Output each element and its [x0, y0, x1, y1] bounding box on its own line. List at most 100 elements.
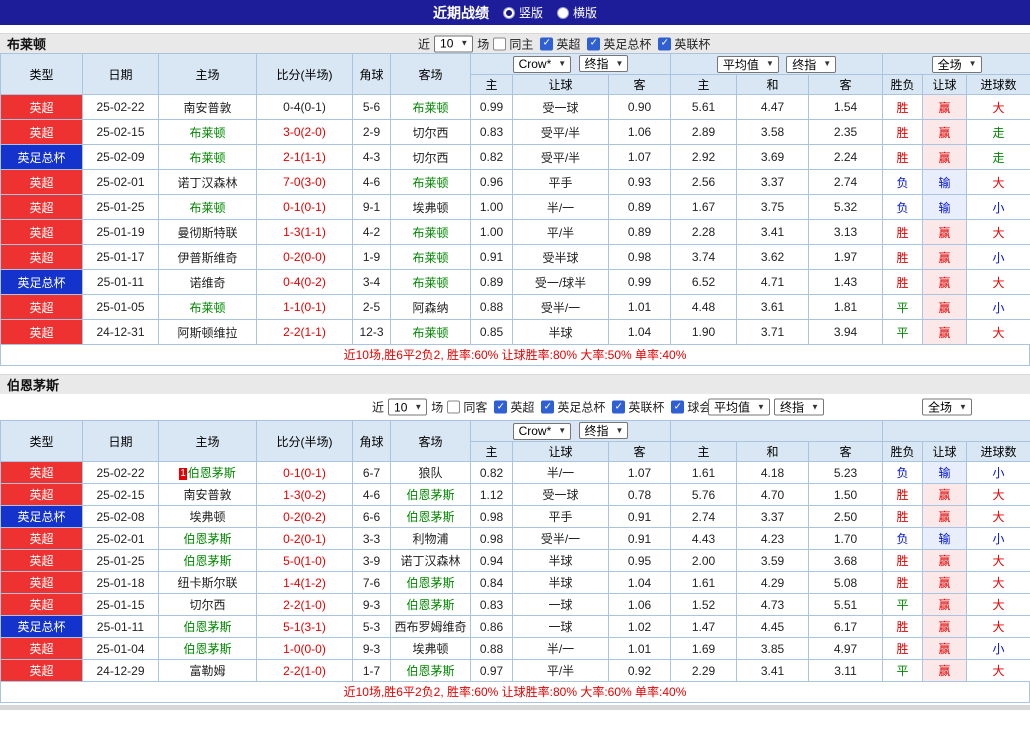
away-team-cell[interactable]: 狼队	[390, 461, 471, 484]
goals-cell: 小	[966, 194, 1030, 220]
home-team-cell[interactable]: 诺维奇	[158, 269, 257, 295]
score-cell[interactable]: 0-1(0-1)	[256, 461, 353, 484]
home-team-cell[interactable]: 伯恩茅斯	[158, 549, 257, 572]
away-team-cell[interactable]: 布莱顿	[390, 244, 471, 270]
same-venue-checkbox[interactable]: 同主	[493, 35, 533, 52]
home-team-name: 伯恩茅斯	[183, 532, 232, 546]
away-team-cell[interactable]: 阿森纳	[390, 294, 471, 320]
average-stage-select[interactable]: 终指 ▼	[786, 55, 837, 73]
away-team-cell[interactable]: 埃弗顿	[390, 637, 471, 660]
home-team-cell[interactable]: 南安普敦	[158, 94, 257, 120]
away-team-cell[interactable]: 利物浦	[390, 527, 471, 550]
score-cell[interactable]: 1-0(0-0)	[256, 637, 353, 660]
away-team-cell[interactable]: 切尔西	[390, 119, 471, 145]
away-team-cell[interactable]: 埃弗顿	[390, 194, 471, 220]
bookmaker-select[interactable]: Crow* ▼	[512, 422, 572, 440]
corner-cell: 2-9	[352, 119, 391, 145]
away-team-cell[interactable]: 布莱顿	[390, 169, 471, 195]
home-team-cell[interactable]: 伊普斯维奇	[158, 244, 257, 270]
away-team-cell[interactable]: 伯恩茅斯	[390, 659, 471, 682]
away-team-cell[interactable]: 伯恩茅斯	[390, 593, 471, 616]
col-header-result: 胜负	[882, 74, 924, 95]
home-team-cell[interactable]: 布莱顿	[158, 194, 257, 220]
home-team-cell[interactable]: 切尔西	[158, 593, 257, 616]
score-cell[interactable]: 0-1(0-1)	[256, 194, 353, 220]
score-cell[interactable]: 2-2(1-0)	[256, 593, 353, 616]
away-odds-cell: 1.06	[607, 593, 672, 616]
away-team-cell[interactable]: 伯恩茅斯	[390, 505, 471, 528]
league-checkbox-2[interactable]: ✓ 英联杯	[658, 35, 710, 52]
score-cell[interactable]: 0-2(0-0)	[256, 244, 353, 270]
home-team-cell[interactable]: 纽卡斯尔联	[158, 571, 257, 594]
league-filter-group: ✓英超✓英足总杯✓英联杯✓球会友谊	[494, 399, 735, 416]
average-select[interactable]: 平均值 ▼	[716, 55, 779, 73]
away-team-cell[interactable]: 切尔西	[390, 144, 471, 170]
score-cell[interactable]: 0-2(0-2)	[256, 505, 353, 528]
bookmaker-select[interactable]: Crow* ▼	[512, 55, 572, 73]
league-checkbox-1[interactable]: ✓ 英足总杯	[541, 399, 605, 416]
home-team-cell[interactable]: 伯恩茅斯	[158, 615, 257, 638]
score-cell[interactable]: 0-2(0-1)	[256, 527, 353, 550]
league-checkbox-2[interactable]: ✓ 英联杯	[612, 399, 664, 416]
score-cell[interactable]: 2-1(1-1)	[256, 144, 353, 170]
full-match-select[interactable]: 全场 ▼	[931, 55, 982, 73]
score-cell[interactable]: 0-4(0-2)	[256, 269, 353, 295]
score-cell[interactable]: 3-0(2-0)	[256, 119, 353, 145]
date-cell: 25-02-15	[82, 483, 159, 506]
away-team-cell[interactable]: 西布罗姆维奇	[390, 615, 471, 638]
away-team-cell[interactable]: 布莱顿	[390, 94, 471, 120]
view-horizontal-radio[interactable]: 横版	[557, 4, 597, 21]
odds-stage-select[interactable]: 终指 ▼	[578, 55, 629, 73]
home-team-cell[interactable]: 伯恩茅斯	[158, 527, 257, 550]
score-cell[interactable]: 7-0(3-0)	[256, 169, 353, 195]
score-cell[interactable]: 1-4(1-2)	[256, 571, 353, 594]
odds-stage-select[interactable]: 终指 ▼	[578, 422, 629, 440]
match-count-select[interactable]: 10 ▼	[434, 35, 474, 52]
score-cell[interactable]: 5-1(3-1)	[256, 615, 353, 638]
home-team-name: 布莱顿	[189, 125, 226, 140]
home-team-cell[interactable]: 布莱顿	[158, 294, 257, 320]
radio-selected-icon	[502, 6, 515, 19]
view-vertical-radio[interactable]: 竖版	[502, 4, 543, 21]
away-team-cell[interactable]: 伯恩茅斯	[390, 571, 471, 594]
matches-tbody: 英超 25-02-22 南安普敦 0-4(0-1) 5-6 布莱顿 0.99 受一球 0.90 5…	[0, 94, 1030, 345]
home-team-cell[interactable]: 富勒姆	[158, 659, 257, 682]
away-team-cell[interactable]: 伯恩茅斯	[390, 483, 471, 506]
home-team-cell[interactable]: 布莱顿	[158, 119, 257, 145]
away-team-cell[interactable]: 布莱顿	[390, 319, 471, 345]
avg-away-cell: 5.08	[808, 571, 884, 594]
home-team-cell[interactable]: 南安普敦	[158, 483, 257, 506]
handicap-result-cell: 赢	[922, 119, 968, 145]
home-team-cell[interactable]: 布莱顿	[158, 144, 257, 170]
score-cell[interactable]: 0-4(0-1)	[256, 94, 353, 120]
topbar: 近期战绩 竖版 横版	[0, 0, 1030, 25]
same-venue-checkbox[interactable]: 同客	[447, 399, 487, 416]
average-select[interactable]: 平均值 ▼	[708, 398, 770, 416]
home-team-cell[interactable]: 诺丁汉森林	[158, 169, 257, 195]
away-team-cell[interactable]: 布莱顿	[390, 269, 471, 295]
league-checkbox-1[interactable]: ✓ 英足总杯	[587, 35, 651, 52]
score-cell[interactable]: 1-1(0-1)	[256, 294, 353, 320]
score-cell[interactable]: 2-2(1-1)	[256, 319, 353, 345]
score-cell[interactable]: 5-0(1-0)	[256, 549, 353, 572]
away-team-cell[interactable]: 诺丁汉森林	[390, 549, 471, 572]
home-team-cell[interactable]: 阿斯顿维拉	[158, 319, 257, 345]
home-team-cell[interactable]: 曼彻斯特联	[158, 219, 257, 245]
full-match-select[interactable]: 全场 ▼	[922, 398, 972, 416]
corner-cell: 9-1	[352, 194, 391, 220]
league-checkbox-0[interactable]: ✓ 英超	[540, 35, 580, 52]
average-stage-select[interactable]: 终指 ▼	[773, 398, 824, 416]
away-team-cell[interactable]: 布莱顿	[390, 219, 471, 245]
score-cell[interactable]: 1-3(1-1)	[256, 219, 353, 245]
match-count-select[interactable]: 10 ▼	[388, 398, 428, 416]
away-team-name: 布莱顿	[412, 225, 449, 240]
home-team-cell[interactable]: 埃弗顿	[158, 505, 257, 528]
league-checkbox-0[interactable]: ✓ 英超	[494, 399, 534, 416]
home-team-cell[interactable]: 伯恩茅斯	[158, 637, 257, 660]
score-cell[interactable]: 2-2(1-0)	[256, 659, 353, 682]
score-cell[interactable]: 1-3(0-2)	[256, 483, 353, 506]
checkbox-checked-icon: ✓	[587, 37, 601, 50]
away-team-name: 布莱顿	[412, 175, 449, 190]
home-team-cell[interactable]: 1 伯恩茅斯	[158, 461, 257, 484]
